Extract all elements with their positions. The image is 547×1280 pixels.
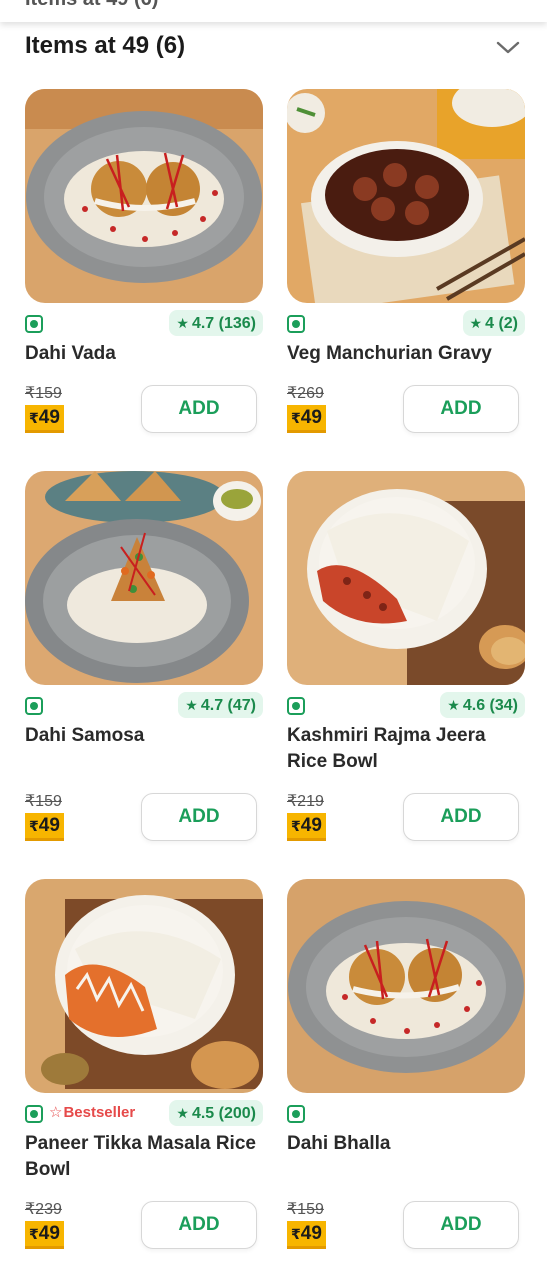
veg-indicator-icon (25, 315, 43, 333)
offer-price-tag: ₹49 (25, 405, 64, 433)
menu-item-card[interactable]: ★ 4.7 (136) Dahi Vada ₹159 ₹49 ADD (25, 89, 265, 469)
offer-price-tag: ₹49 (287, 813, 326, 841)
menu-item-card[interactable]: ☆Bestseller ★ 4.5 (200) Paneer Tikka Masa… (25, 879, 265, 1259)
offer-price-tag: ₹49 (287, 1221, 326, 1249)
dish-name: Paneer Tikka Masala Rice Bowl (25, 1133, 256, 1180)
rating-value: 4.7 (136) (191, 315, 256, 332)
offer-price-tag: ₹49 (25, 1221, 64, 1249)
add-button[interactable]: ADD (141, 1201, 257, 1249)
rating-badge: ★ 4 (2) (462, 310, 525, 336)
currency-symbol: ₹ (291, 818, 301, 834)
rating-value: 4 (2) (485, 315, 518, 332)
rating-badge: ★ 4.6 (34) (440, 692, 525, 718)
add-button[interactable]: ADD (141, 793, 257, 841)
rating-value: 4.6 (34) (462, 697, 518, 714)
menu-item-card[interactable]: ★ 4 (2) Veg Manchurian Gravy ₹269 ₹49 ADD (287, 89, 527, 469)
bestseller-label: Bestseller (63, 1104, 136, 1121)
dish-name: Dahi Vada (25, 343, 116, 364)
dish-image[interactable] (25, 89, 263, 303)
offer-price: 49 (300, 815, 322, 836)
veg-indicator-icon (287, 1105, 305, 1123)
original-price: ₹159 (287, 1201, 324, 1218)
add-button[interactable]: ADD (403, 793, 519, 841)
dish-image[interactable] (287, 471, 525, 685)
veg-indicator-icon (25, 697, 43, 715)
menu-item-card[interactable]: Dahi Bhalla ₹159 ₹49 ADD (287, 879, 527, 1259)
dish-image[interactable] (25, 879, 263, 1093)
previous-section-header: Items at 49 (6) (0, 0, 547, 22)
currency-symbol: ₹ (29, 1226, 39, 1242)
star-icon: ★ (185, 697, 198, 713)
original-price: ₹159 (25, 385, 62, 402)
dish-name: Veg Manchurian Gravy (287, 343, 492, 364)
currency-symbol: ₹ (291, 1226, 301, 1242)
currency-symbol: ₹ (29, 410, 39, 426)
chevron-down-icon[interactable] (494, 34, 522, 62)
currency-symbol: ₹ (29, 818, 39, 834)
section-header[interactable]: Items at 49 (6) (0, 28, 547, 68)
offer-price-tag: ₹49 (287, 405, 326, 433)
rating-value: 4.5 (200) (191, 1105, 256, 1122)
veg-indicator-icon (287, 315, 305, 333)
previous-section-title: Items at 49 (6) (25, 0, 158, 11)
currency-symbol: ₹ (291, 410, 301, 426)
add-button[interactable]: ADD (403, 385, 519, 433)
veg-indicator-icon (287, 697, 305, 715)
star-icon: ★ (447, 697, 460, 713)
rating-badge: ★ 4.5 (200) (169, 1100, 263, 1126)
rating-value: 4.7 (47) (200, 697, 256, 714)
original-price: ₹159 (25, 793, 62, 810)
menu-item-card[interactable]: ★ 4.7 (47) Dahi Samosa ₹159 ₹49 ADD (25, 471, 265, 851)
dish-name: Dahi Bhalla (287, 1133, 391, 1154)
bestseller-star-icon: ☆ (49, 1104, 63, 1121)
original-price: ₹269 (287, 385, 324, 402)
add-button[interactable]: ADD (141, 385, 257, 433)
star-icon: ★ (176, 315, 189, 331)
menu-item-card[interactable]: ★ 4.6 (34) Kashmiri Rajma Jeera Rice Bowl… (287, 471, 527, 851)
bestseller-badge: ☆Bestseller (49, 1103, 135, 1121)
dish-image[interactable] (25, 471, 263, 685)
dish-name: Kashmiri Rajma Jeera Rice Bowl (287, 725, 486, 772)
add-button[interactable]: ADD (403, 1201, 519, 1249)
offer-price: 49 (300, 1223, 322, 1244)
dish-image[interactable] (287, 879, 525, 1093)
veg-indicator-icon (25, 1105, 43, 1123)
dish-name: Dahi Samosa (25, 725, 145, 746)
original-price: ₹239 (25, 1201, 62, 1218)
original-price: ₹219 (287, 793, 324, 810)
dish-image[interactable] (287, 89, 525, 303)
offer-price: 49 (300, 407, 322, 428)
rating-badge: ★ 4.7 (136) (169, 310, 263, 336)
star-icon: ★ (469, 315, 483, 331)
offer-price: 49 (38, 1223, 60, 1244)
offer-price: 49 (38, 815, 60, 836)
star-icon: ★ (176, 1105, 189, 1121)
offer-price-tag: ₹49 (25, 813, 64, 841)
section-title: Items at 49 (6) (25, 32, 186, 59)
offer-price: 49 (38, 407, 60, 428)
rating-badge: ★ 4.7 (47) (178, 692, 263, 718)
